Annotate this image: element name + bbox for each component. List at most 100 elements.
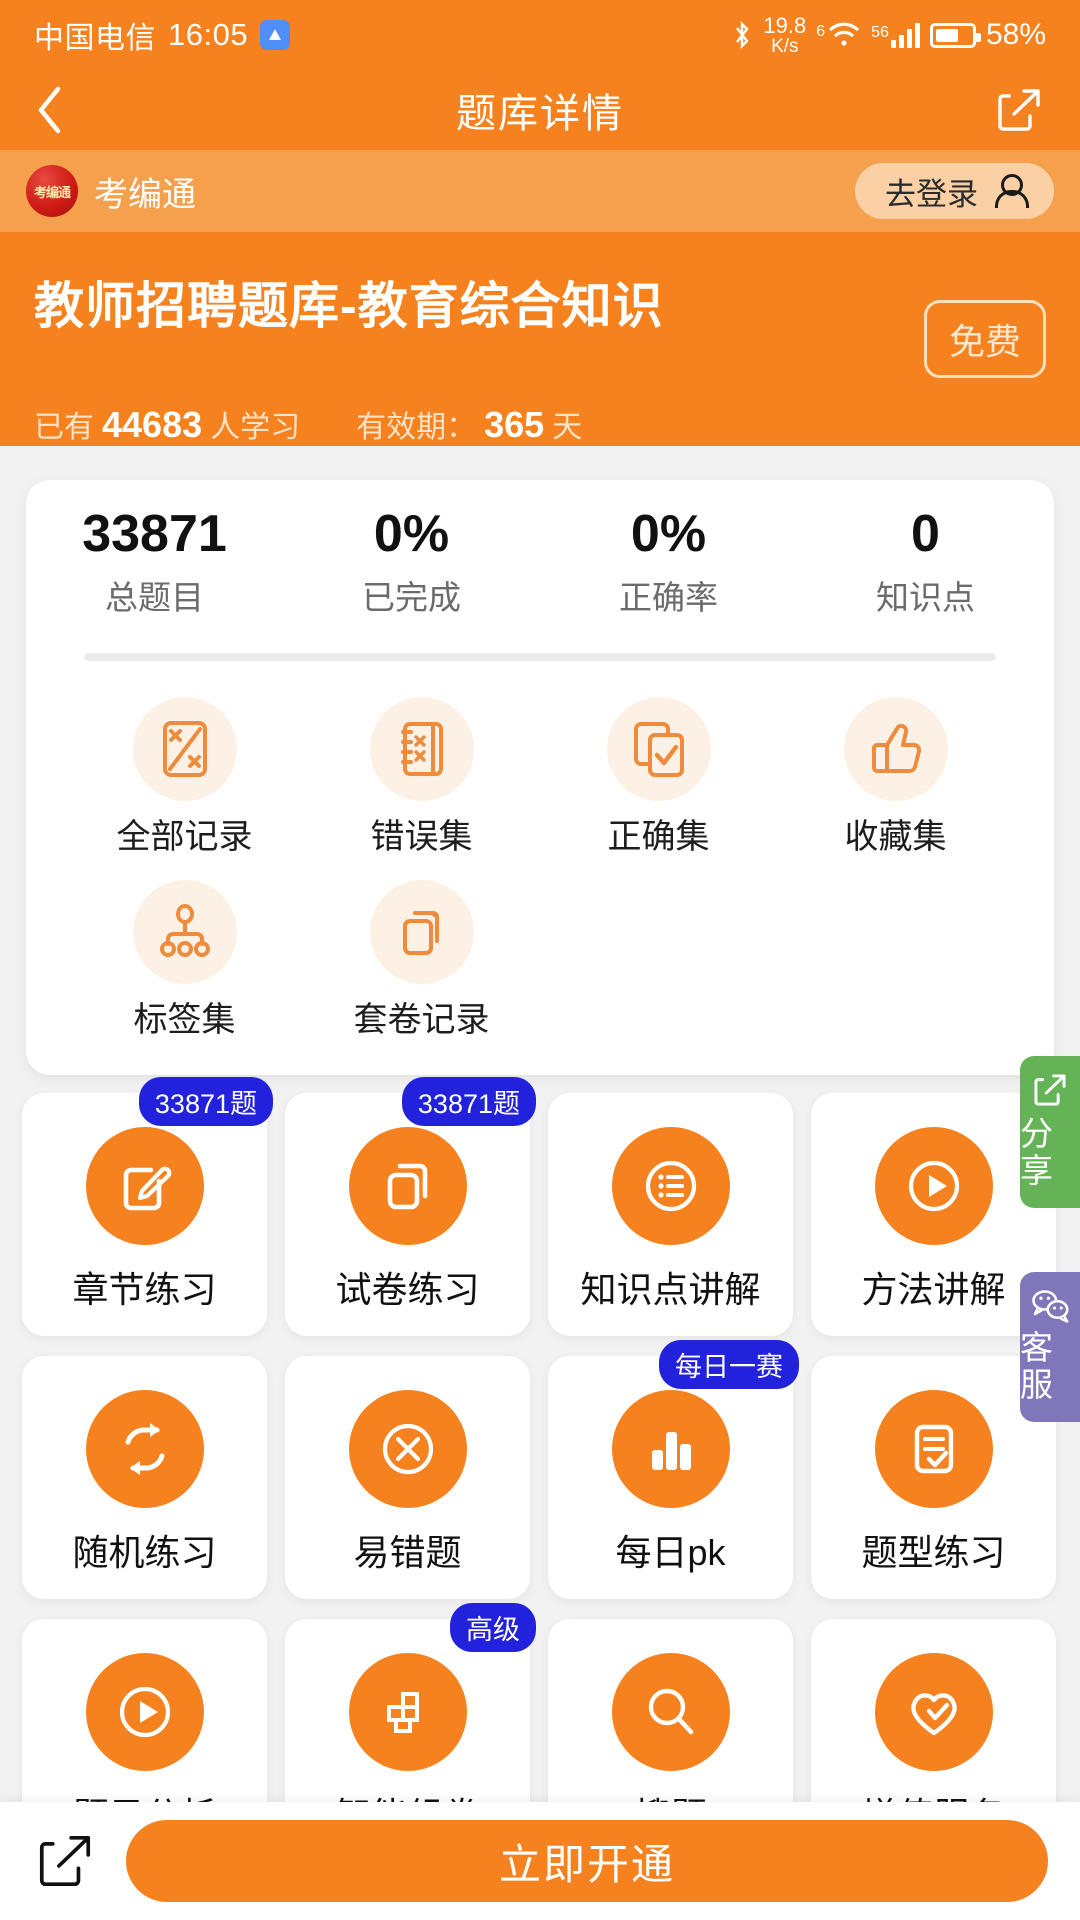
stat-label: 总题目 (105, 579, 204, 617)
grid-cell: 易错题 (285, 1356, 530, 1600)
stat-value: 0% (630, 505, 707, 563)
progress-divider (84, 653, 996, 662)
status-bar: 中国电信 16:05 19.8 K/s 6 56 58% (0, 0, 1080, 70)
stat-value: 0% (373, 505, 450, 563)
wechat-icon (1032, 1290, 1069, 1323)
bottom-action-bar: 立即开通 (0, 1802, 1080, 1920)
hero-meta-row: 已有 44683 人学习 有效期： 365 天 (34, 402, 1046, 446)
login-button-label: 去登录 (885, 176, 978, 212)
bottom-share-icon[interactable] (32, 1828, 98, 1894)
activate-now-button[interactable]: 立即开通 (126, 1820, 1048, 1902)
tool-label: 套卷记录 (353, 1001, 490, 1040)
feature-label: 每日pk (615, 1531, 726, 1573)
floating-support-label: 客服 (1020, 1329, 1053, 1403)
grid-cell: 随机练习 (22, 1356, 267, 1600)
cross-circle-icon (348, 1389, 467, 1508)
hero-section: 教师招聘题库-教育综合知识 免费 已有 44683 人学习 有效期： 365 天 (0, 232, 1080, 446)
stat-item: 0 知识点 (797, 505, 1054, 619)
validity-label: 有效期： (356, 411, 477, 444)
tool-favorites-set[interactable]: 收藏集 (777, 697, 1014, 858)
stat-value: 33871 (82, 505, 227, 563)
battery-percent-label: 58% (985, 18, 1046, 51)
learners-suffix: 人学习 (210, 411, 301, 444)
play-circle-icon (85, 1652, 204, 1771)
grid-badge: 每日一赛 (659, 1340, 799, 1390)
grid-badge: 33871题 (138, 1077, 273, 1127)
grid-cell: 知识点讲解 (548, 1093, 793, 1337)
feature-label: 随机练习 (72, 1531, 217, 1573)
feature-error-prone[interactable]: 易错题 (285, 1356, 530, 1600)
tool-label: 标签集 (133, 1001, 236, 1040)
stat-label: 正确率 (619, 579, 718, 617)
wifi-generation-label: 6 (816, 23, 826, 40)
app-icon (260, 20, 291, 50)
validity-info: 有效期： 365 天 (356, 402, 582, 446)
nav-bar: 题库详情 (0, 70, 1080, 150)
validity-value: 365 (484, 404, 545, 445)
net-speed-unit: K/s (771, 35, 799, 57)
tool-tag-set[interactable]: 标签集 (66, 880, 303, 1041)
grid-badge: 33871题 (401, 1077, 536, 1127)
edit-note-icon (85, 1126, 204, 1245)
tool-correct-set[interactable]: 正确集 (540, 697, 777, 858)
feature-daily-pk[interactable]: 每日pk (548, 1356, 793, 1600)
list-circle-icon (611, 1126, 730, 1245)
search-icon (611, 1652, 730, 1771)
grid-cell: 33871题 试卷练习 (285, 1077, 536, 1337)
feature-knowledge-explain[interactable]: 知识点讲解 (548, 1093, 793, 1337)
question-bank-title: 教师招聘题库-教育综合知识 (34, 278, 664, 334)
brand-name-label: 考编通 (94, 175, 196, 214)
tool-label: 错误集 (370, 818, 473, 857)
grid-cell: 33871题 章节练习 (22, 1077, 273, 1337)
floating-share-tab[interactable]: 分享 (1020, 1056, 1080, 1208)
login-button[interactable]: 去登录 (855, 163, 1054, 219)
validity-unit: 天 (552, 411, 583, 444)
carrier-label: 中国电信 (34, 22, 156, 55)
person-icon (994, 174, 1029, 208)
brand-bar: 考编通 考编通 去登录 (0, 150, 1080, 232)
feature-paper-practice[interactable]: 试卷练习 (285, 1093, 530, 1337)
free-badge: 免费 (923, 300, 1046, 378)
brand-identity: 考编通 考编通 (26, 165, 196, 217)
app-screen: 中国电信 16:05 19.8 K/s 6 56 58% 题库详情 考编通 考编… (0, 0, 1080, 1920)
stats-tools-card: 33871 总题目 0% 已完成 0% 正确率 0 知识点 全部记录 错误集 正… (26, 480, 1054, 1076)
app-logo: 考编通 (26, 165, 78, 217)
grid-cell: 每日一赛 每日pk (548, 1340, 799, 1600)
learners-prefix: 已有 (34, 411, 94, 444)
floating-share-label: 分享 (1020, 1115, 1053, 1189)
stats-row: 33871 总题目 0% 已完成 0% 正确率 0 知识点 (26, 505, 1054, 619)
doc-check-icon (874, 1389, 993, 1508)
network-speed: 19.8 K/s (763, 14, 806, 57)
status-bar-left: 中国电信 16:05 (34, 13, 291, 57)
feature-label: 题型练习 (861, 1531, 1006, 1573)
grid-badge: 高级 (450, 1603, 536, 1653)
stat-value: 0 (911, 505, 940, 563)
tools-grid: 全部记录 错误集 正确集 收藏集 标签集 套卷记录 (26, 661, 1054, 1041)
tool-all-records[interactable]: 全部记录 (66, 697, 303, 858)
floating-support-tab[interactable]: 客服 (1020, 1272, 1080, 1422)
tool-wrong-set[interactable]: 错误集 (303, 697, 540, 858)
tool-paper-records[interactable]: 套卷记录 (303, 880, 540, 1041)
play-circle-icon (874, 1126, 993, 1245)
clock-label: 16:05 (168, 17, 249, 52)
wifi-icon: 6 (816, 21, 861, 49)
feature-chapter-practice[interactable]: 章节练习 (22, 1093, 267, 1337)
tool-label: 全部记录 (116, 818, 253, 857)
feature-grid: 33871题 章节练习 33871题 试卷练习 知识点讲解 方法讲解 随机练习 … (0, 1075, 1080, 1863)
stat-item: 0% 正确率 (540, 505, 797, 619)
shuffle-icon (85, 1389, 204, 1508)
learners-info: 已有 44683 人学习 (34, 402, 300, 446)
feature-random-practice[interactable]: 随机练习 (22, 1356, 267, 1600)
nav-share-icon[interactable] (986, 83, 1046, 137)
feature-label: 知识点讲解 (580, 1268, 761, 1310)
feature-label: 方法讲解 (861, 1268, 1006, 1310)
feature-label: 章节练习 (72, 1268, 217, 1310)
all-records-icon (132, 697, 237, 802)
copy-papers-icon (348, 1126, 467, 1245)
share-icon (1034, 1074, 1066, 1106)
stat-label: 已完成 (362, 579, 461, 617)
battery-icon (929, 22, 981, 48)
page-title: 题库详情 (456, 92, 624, 136)
stat-item: 33871 总题目 (26, 505, 283, 619)
cellular-signal-icon: 56 (871, 22, 920, 48)
